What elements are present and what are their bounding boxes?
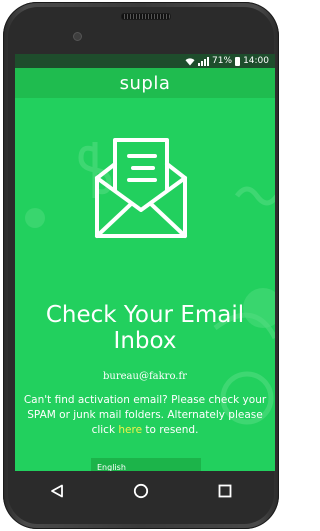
status-bar: 71% 14:00 — [15, 54, 275, 68]
battery-icon — [235, 56, 241, 66]
system-nav-bar — [15, 471, 267, 511]
user-email: bureau@fakro.fr — [103, 371, 187, 382]
recents-square-icon — [218, 484, 232, 498]
envelope-with-letter-icon — [95, 138, 187, 238]
language-select[interactable]: English — [91, 458, 201, 471]
back-triangle-icon — [51, 484, 63, 498]
app-title: supla — [119, 72, 171, 94]
page-title: Check Your Email Inbox — [45, 302, 245, 354]
earpiece-speaker — [121, 13, 171, 20]
back-button[interactable] — [37, 476, 77, 506]
screen: 71% 14:00 supla Check Your Email Inbox b… — [15, 54, 275, 471]
language-select-value: English — [97, 463, 126, 471]
wifi-icon — [185, 57, 195, 65]
home-button[interactable] — [121, 476, 161, 506]
home-circle-icon — [133, 483, 149, 499]
signal-icon — [198, 56, 210, 66]
front-camera — [73, 32, 82, 41]
activation-message: Can't find activation email? Please chec… — [19, 393, 271, 438]
recents-button[interactable] — [205, 476, 245, 506]
message-text-end: to resend. — [142, 424, 199, 436]
battery-percent: 71% — [212, 56, 233, 66]
resend-link[interactable]: here — [118, 424, 142, 436]
clock: 14:00 — [243, 56, 269, 66]
app-bar: supla — [15, 68, 275, 98]
